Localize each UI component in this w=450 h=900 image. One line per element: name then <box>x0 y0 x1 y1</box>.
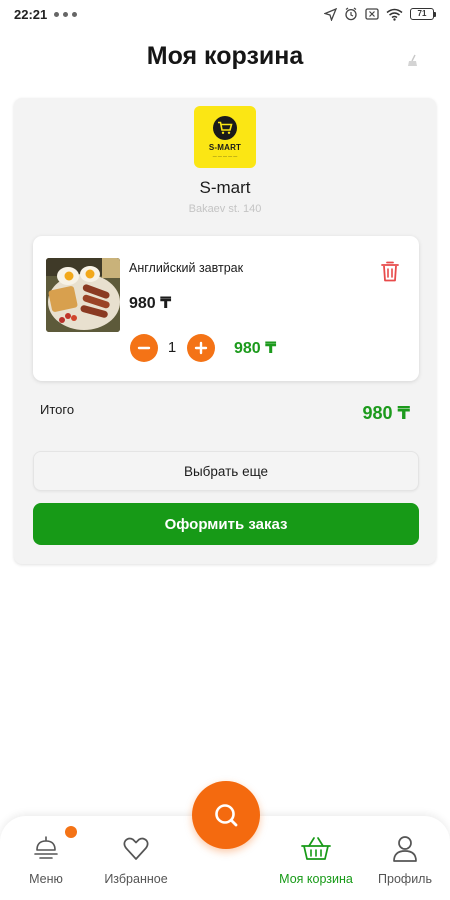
nav-label-menu: Меню <box>29 872 63 886</box>
wifi-icon <box>386 8 403 21</box>
store-address: Bakaev st. 140 <box>188 203 262 215</box>
status-bar: 22:21 71 <box>0 0 450 28</box>
logo-subline: — — — — — <box>212 153 238 158</box>
basket-icon <box>301 837 331 860</box>
nav-label-favorites: Избранное <box>104 872 168 886</box>
cart-logo-icon <box>213 116 237 140</box>
cart-badge-dot <box>65 826 77 838</box>
increase-quantity-button[interactable] <box>187 334 215 362</box>
nav-label-profile: Профиль <box>378 872 432 886</box>
battery-level: 71 <box>410 8 434 20</box>
status-right: 71 <box>324 7 436 21</box>
status-left: 22:21 <box>14 6 78 22</box>
total-value: 980 ₸ <box>362 403 410 423</box>
broom-icon[interactable] <box>406 54 420 68</box>
alarm-icon <box>345 7 357 21</box>
choose-more-button[interactable]: Выбрать еще <box>33 451 419 491</box>
header: Моя корзина <box>0 38 450 78</box>
profile-icon <box>393 836 417 862</box>
nav-item-favorites[interactable]: Избранное <box>95 834 177 886</box>
item-image <box>46 258 120 332</box>
quantity-value: 1 <box>167 339 177 356</box>
location-icon <box>324 7 337 21</box>
item-name: Английский завтрак <box>129 261 244 275</box>
nav-item-menu[interactable]: Меню <box>22 834 70 886</box>
battery-icon: 71 <box>410 8 436 20</box>
item-price: 980 ₸ <box>129 295 172 312</box>
store-logo: S-MART — — — — — <box>194 106 256 168</box>
nav-label-cart: Моя корзина <box>279 872 353 886</box>
total-label: Итого <box>40 402 75 417</box>
checkout-button[interactable]: Оформить заказ <box>33 503 419 545</box>
heart-icon <box>123 837 149 860</box>
search-icon <box>215 804 238 827</box>
search-fab-button[interactable] <box>192 781 260 849</box>
notification-dots-icon <box>54 11 78 17</box>
status-time: 22:21 <box>14 6 48 22</box>
logo-text: S-MART <box>208 143 242 152</box>
store-card: S-MART — — — — — S-mart Bakaev st. 140 А… <box>14 98 436 564</box>
store-name: S-mart <box>199 178 251 197</box>
trash-icon[interactable] <box>381 261 399 282</box>
sim-off-icon <box>365 8 379 20</box>
page-title: Моя корзина <box>146 42 304 70</box>
cart-item: Английский завтрак 980 ₸ 1 980 ₸ <box>33 236 419 381</box>
menu-icon <box>34 836 58 859</box>
minus-icon <box>137 346 151 350</box>
plus-icon <box>194 341 208 355</box>
decrease-quantity-button[interactable] <box>130 334 158 362</box>
nav-item-cart[interactable]: Моя корзина <box>268 834 364 886</box>
nav-item-profile[interactable]: Профиль <box>372 834 438 886</box>
item-line-total: 980 ₸ <box>234 340 277 357</box>
